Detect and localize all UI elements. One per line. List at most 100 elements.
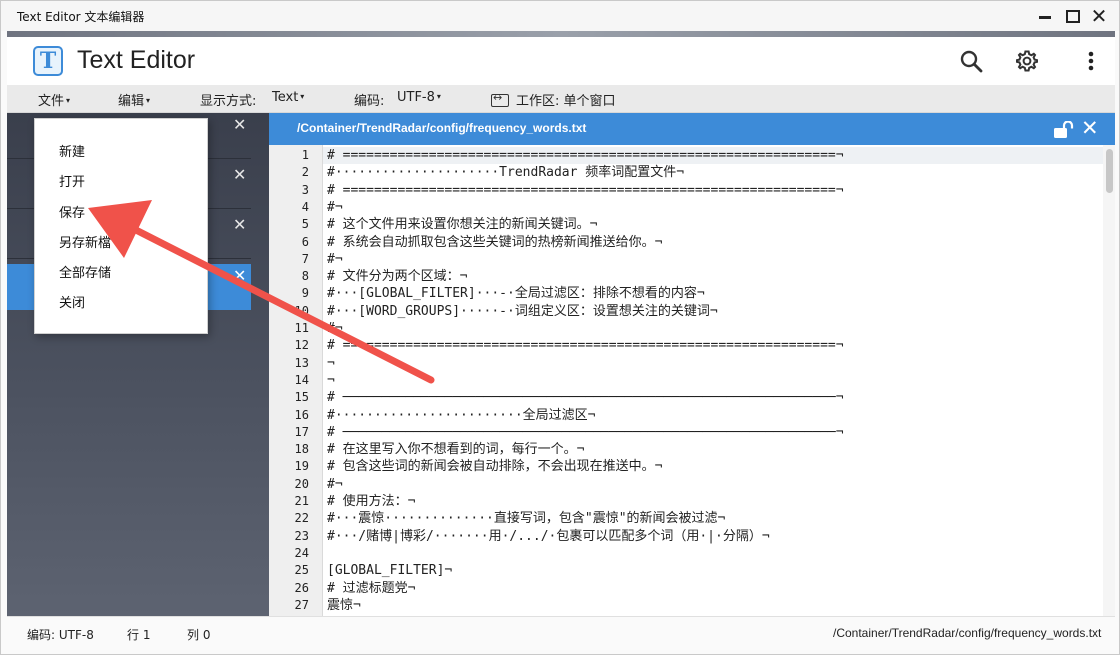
window-title: Text Editor 文本编辑器: [17, 10, 145, 24]
chevron-down-icon: ▾: [66, 96, 71, 105]
maximize-icon[interactable]: [1062, 5, 1082, 27]
code-line: # 这个文件用来设置你想关注的新闻关键词。¬: [327, 217, 598, 233]
line-number: 6: [301, 234, 309, 249]
close-icon[interactable]: ✕: [1089, 5, 1109, 27]
chevron-down-icon: ▾: [436, 92, 441, 101]
line-number: 26: [294, 580, 309, 595]
file-menu-dropdown: 新建 打开 保存 另存新檔 全部存储 关闭: [34, 118, 208, 334]
code-line: #···震惊··············直接写词，包含"震惊"的新闻会被过滤¬: [327, 511, 726, 527]
close-icon[interactable]: ✕: [1081, 116, 1099, 140]
code-line: # 系统会自动抓取包含这些关键词的热榜新闻推送给你。¬: [327, 234, 663, 250]
menu-item-close[interactable]: 关闭: [59, 292, 85, 311]
unlock-icon[interactable]: [1053, 121, 1075, 139]
menu-item-new[interactable]: 新建: [59, 141, 85, 160]
split-view-icon: [491, 91, 509, 107]
code-line: # ======================================…: [327, 148, 844, 163]
line-number: 21: [294, 494, 309, 508]
line-number: 27: [294, 597, 309, 612]
line-number: 18: [294, 442, 309, 457]
code-line: # 包含这些词的新闻会被自动排除，不会出现在推送中。¬: [327, 459, 663, 475]
close-tab-icon[interactable]: ✕: [233, 215, 246, 234]
line-number: 1: [301, 148, 309, 162]
vertical-scrollbar[interactable]: [1103, 145, 1115, 616]
view-mode-value: Text: [272, 90, 299, 105]
app-title: Text Editor: [77, 46, 196, 74]
search-icon[interactable]: [959, 49, 983, 73]
encoding-select[interactable]: UTF-8 ▾: [397, 90, 441, 105]
code-line: #¬: [327, 251, 343, 267]
code-text-area[interactable]: # ======================================…: [327, 145, 1107, 616]
code-line: # 过滤标题党¬: [327, 580, 416, 596]
chevron-down-icon: ▾: [146, 96, 151, 105]
code-line: # ──────────────────────────────────────…: [327, 424, 844, 440]
scrollbar-thumb[interactable]: [1106, 149, 1113, 193]
line-number: 3: [301, 182, 309, 197]
menu-edit-label: 编辑: [118, 94, 145, 109]
line-number: 24: [294, 545, 309, 560]
menu-edit[interactable]: 编辑 ▾: [118, 90, 150, 109]
chevron-down-icon: ▾: [300, 92, 305, 101]
line-number: 25: [294, 563, 309, 578]
window-close-glyph: ✕: [1090, 4, 1108, 28]
code-line: #························全局过滤区¬: [327, 407, 596, 423]
line-number: 19: [294, 459, 309, 474]
line-number: 5: [301, 217, 309, 232]
code-line: # ======================================…: [327, 182, 844, 198]
line-number: 8: [301, 269, 309, 284]
menu-item-save-as[interactable]: 另存新檔: [59, 232, 111, 251]
code-line: [GLOBAL_FILTER]¬: [327, 563, 453, 579]
window-titlebar[interactable]: Text Editor 文本编辑器 ✕: [1, 1, 1119, 31]
code-line: 震惊¬: [327, 597, 361, 613]
workspace-toggle[interactable]: 工作区: 单个窗口: [491, 90, 616, 109]
view-mode-select[interactable]: Text ▾: [272, 90, 304, 105]
more-vert-icon[interactable]: [1081, 49, 1101, 73]
code-line: ¬: [327, 372, 335, 388]
code-line: # 使用方法：¬: [327, 494, 416, 509]
editor-tab-header: /Container/TrendRadar/config/frequency_w…: [269, 113, 1115, 145]
close-tab-icon[interactable]: ✕: [233, 165, 246, 184]
menu-item-save[interactable]: 保存: [59, 202, 85, 221]
line-number: 2: [301, 165, 309, 180]
menu-file-label: 文件: [38, 94, 65, 109]
line-number: 22: [294, 511, 309, 526]
encoding-value: UTF-8: [397, 90, 435, 105]
code-line: #···[GLOBAL_FILTER]···-·全局过滤区：排除不想看的内容¬: [327, 286, 705, 302]
code-line: #···[WORD_GROUPS]·····-·词组定义区：设置想关注的关键词¬: [327, 303, 718, 319]
minimize-icon[interactable]: [1035, 5, 1055, 27]
gear-icon[interactable]: [1015, 49, 1039, 73]
line-number: 14: [294, 372, 309, 387]
line-number: 9: [301, 286, 309, 301]
menu-item-save-all[interactable]: 全部存储: [59, 262, 111, 281]
menu-file[interactable]: 文件 ▾: [38, 90, 70, 109]
close-tab-icon[interactable]: ✕: [233, 266, 246, 285]
line-number: 4: [301, 199, 309, 214]
text-editor-window: Text Editor 文本编辑器 ✕ T Text Editor 文件 ▾ 编辑…: [0, 0, 1120, 655]
status-column: 列 0: [187, 628, 211, 642]
status-file-path: /Container/TrendRadar/config/frequency_w…: [833, 626, 1102, 640]
code-line: #¬: [327, 321, 343, 336]
status-row: 行 1: [127, 628, 151, 642]
code-line: #¬: [327, 199, 343, 215]
code-line: # 文件分为两个区域：¬: [327, 269, 468, 285]
encoding-label: 编码:: [354, 94, 385, 109]
line-number: 13: [294, 355, 309, 370]
close-tab-icon[interactable]: ✕: [233, 115, 246, 134]
line-number: 16: [294, 407, 309, 422]
line-number: 12: [294, 338, 309, 353]
menu-item-open[interactable]: 打开: [59, 171, 85, 190]
line-number: 17: [294, 424, 309, 439]
code-line: #·····················TrendRadar 频率词配置文件…: [327, 165, 685, 181]
code-line: # ──────────────────────────────────────…: [327, 390, 844, 406]
status-encoding: 编码: UTF-8: [27, 628, 94, 642]
code-line: # ======================================…: [327, 338, 844, 354]
line-number: 20: [294, 476, 309, 491]
line-number: 11: [294, 321, 309, 335]
code-line: #···/赌博|博彩/·······用·/.../·包裹可以匹配多个词（用·|·…: [327, 528, 770, 544]
editor-pane: /Container/TrendRadar/config/frequency_w…: [269, 113, 1115, 616]
app-logo-icon: T: [33, 46, 63, 76]
workspace-label: 工作区: 单个窗口: [516, 94, 616, 109]
code-line: ¬: [327, 355, 335, 371]
code-line: # 在这里写入你不想看到的词，每行一个。¬: [327, 442, 585, 458]
line-number: 15: [294, 390, 309, 405]
editor-file-path: /Container/TrendRadar/config/frequency_w…: [297, 121, 587, 135]
